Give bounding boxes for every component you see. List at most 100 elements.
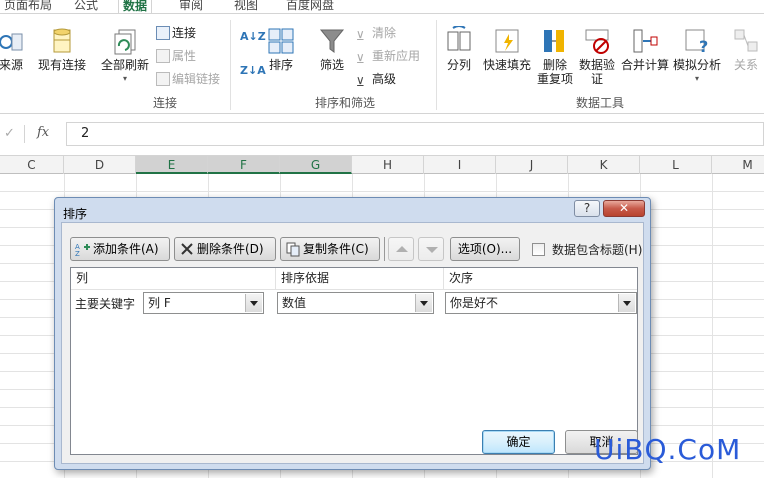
sort-descending-button[interactable]: Z↓A: [240, 62, 266, 80]
column-select[interactable]: 列 F: [143, 292, 264, 314]
sort-dialog: 排序 ? ✕ AZ 添加条件(A) 删除条件(D) 复制条件(C) 选项(O).…: [54, 197, 651, 470]
edit-links-label: 编辑链接: [172, 72, 221, 86]
column-header-i[interactable]: I: [424, 156, 496, 174]
filter-label: 筛选: [319, 58, 344, 72]
flash-fill-button[interactable]: 快速填充: [480, 26, 534, 72]
relationships-label: 关系: [733, 58, 758, 72]
up-arrow-icon: [396, 246, 408, 252]
column-header-order: 次序: [444, 268, 637, 290]
column-select-value: 列 F: [148, 296, 171, 310]
copy-icon: [286, 242, 300, 257]
column-header-sort-on: 排序依据: [276, 268, 444, 290]
sort-button[interactable]: 排序: [264, 26, 298, 72]
column-header-g[interactable]: G: [280, 156, 352, 174]
tab-data[interactable]: 数据: [118, 0, 153, 14]
add-level-button[interactable]: AZ 添加条件(A): [70, 237, 170, 261]
tab-baidu-netdisk[interactable]: 百度网盘: [282, 0, 338, 14]
down-arrow-icon: [426, 247, 438, 253]
copy-level-button[interactable]: 复制条件(C): [280, 237, 380, 261]
enter-check-icon[interactable]: ✓: [4, 126, 15, 141]
ribbon-tab-bar: 页面布局 公式 数据 审阅 视图 百度网盘: [0, 0, 764, 14]
formula-input[interactable]: 2: [66, 122, 764, 146]
connections-button[interactable]: 连接: [156, 24, 196, 42]
consolidate-label: 合并计算: [620, 58, 669, 72]
tab-review[interactable]: 审阅: [175, 0, 207, 14]
data-validation-icon: [585, 29, 609, 54]
relationships-button[interactable]: 关系: [728, 26, 764, 72]
tab-page-layout[interactable]: 页面布局: [0, 0, 56, 14]
help-button[interactable]: ?: [574, 200, 600, 217]
advanced-filter-icon: ⊻: [356, 75, 365, 89]
consolidate-icon: [633, 29, 658, 53]
watermark: UiBQ.CoM: [594, 433, 742, 466]
remove-duplicates-icon: [544, 30, 564, 52]
data-validation-label-1: 数据验: [578, 58, 615, 72]
has-headers-label[interactable]: 数据包含标题(H): [552, 241, 642, 258]
consolidate-button[interactable]: 合并计算: [618, 26, 672, 72]
column-header-c[interactable]: C: [0, 156, 64, 174]
group-label-connections: 连接: [152, 96, 177, 110]
data-validation-button[interactable]: 数据验 证: [576, 26, 618, 86]
dialog-body: AZ 添加条件(A) 删除条件(D) 复制条件(C) 选项(O)... 数据包含…: [61, 222, 644, 464]
order-select[interactable]: 你是好不: [445, 292, 637, 314]
order-dropdown-icon[interactable]: [618, 294, 635, 312]
what-if-dropdown-icon[interactable]: ▾: [670, 72, 724, 86]
clear-filter-button[interactable]: ⊻ 清除: [356, 24, 396, 43]
refresh-dropdown-icon[interactable]: ▾: [98, 72, 152, 86]
from-other-sources-button[interactable]: 来源: [0, 26, 28, 72]
insert-function-icon[interactable]: fx: [37, 125, 49, 140]
filter-button[interactable]: 筛选: [312, 26, 352, 72]
remove-duplicates-button[interactable]: 删除 重复项: [534, 26, 576, 86]
column-select-dropdown-icon[interactable]: [245, 294, 262, 312]
delete-level-label: 删除条件(D): [197, 242, 264, 256]
delete-level-button[interactable]: 删除条件(D): [174, 237, 276, 261]
svg-text:Z: Z: [75, 250, 80, 257]
column-header-e[interactable]: E: [136, 156, 208, 174]
column-header-f[interactable]: F: [208, 156, 280, 174]
move-up-button[interactable]: [388, 237, 414, 261]
options-button[interactable]: 选项(O)...: [450, 237, 520, 261]
primary-key-label: 主要关键字: [75, 297, 136, 311]
advanced-filter-button[interactable]: ⊻ 高级: [356, 70, 397, 89]
column-header-d[interactable]: D: [64, 156, 136, 174]
what-if-analysis-button[interactable]: ? 模拟分析 ▾: [670, 26, 724, 86]
properties-button[interactable]: 属性: [156, 47, 196, 65]
column-header-j[interactable]: J: [496, 156, 568, 174]
close-button[interactable]: ✕: [603, 200, 645, 217]
filter-icon: [319, 29, 345, 53]
column-header-h[interactable]: H: [352, 156, 424, 174]
reapply-icon: ⊻: [356, 52, 365, 66]
ribbon: 来源 现有连接 全部刷新 ▾ 连接 属性 编辑链接 连接 A↓Z Z↓A 排序 …: [0, 13, 764, 114]
column-header-k[interactable]: K: [568, 156, 640, 174]
has-headers-checkbox[interactable]: [532, 243, 545, 256]
formula-bar-divider: [24, 125, 25, 143]
formula-bar: ✓ fx 2: [0, 122, 764, 148]
data-validation-label-2: 证: [590, 72, 603, 86]
relationships-icon: [734, 29, 758, 52]
copy-level-label: 复制条件(C): [303, 242, 369, 256]
ribbon-separator: [230, 20, 231, 110]
move-down-button[interactable]: [418, 237, 444, 261]
existing-connections-button[interactable]: 现有连接: [36, 26, 88, 72]
sort-on-dropdown-icon[interactable]: [415, 294, 432, 312]
from-source-label: 来源: [0, 58, 23, 72]
text-to-columns-button[interactable]: 分列: [442, 26, 476, 72]
text-to-columns-label: 分列: [446, 58, 471, 72]
refresh-all-button[interactable]: 全部刷新 ▾: [98, 26, 152, 86]
data-source-icon: [0, 33, 23, 51]
sort-on-select[interactable]: 数值: [277, 292, 434, 314]
advanced-label: 高级: [372, 72, 397, 86]
properties-label: 属性: [172, 49, 197, 63]
order-select-value: 你是好不: [450, 296, 499, 310]
reapply-button[interactable]: ⊻ 重新应用: [356, 47, 420, 66]
column-header-m[interactable]: M: [712, 156, 764, 174]
group-label-data-tools: 数据工具: [575, 96, 624, 110]
tab-formulas[interactable]: 公式: [70, 0, 102, 14]
ok-button[interactable]: 确定: [482, 430, 555, 454]
tab-view[interactable]: 视图: [230, 0, 262, 14]
column-header-l[interactable]: L: [640, 156, 712, 174]
flash-fill-icon: [495, 29, 519, 53]
group-label-sort-filter: 排序和筛选: [314, 96, 375, 110]
edit-links-button[interactable]: 编辑链接: [156, 70, 220, 88]
sort-ascending-button[interactable]: A↓Z: [240, 28, 266, 46]
